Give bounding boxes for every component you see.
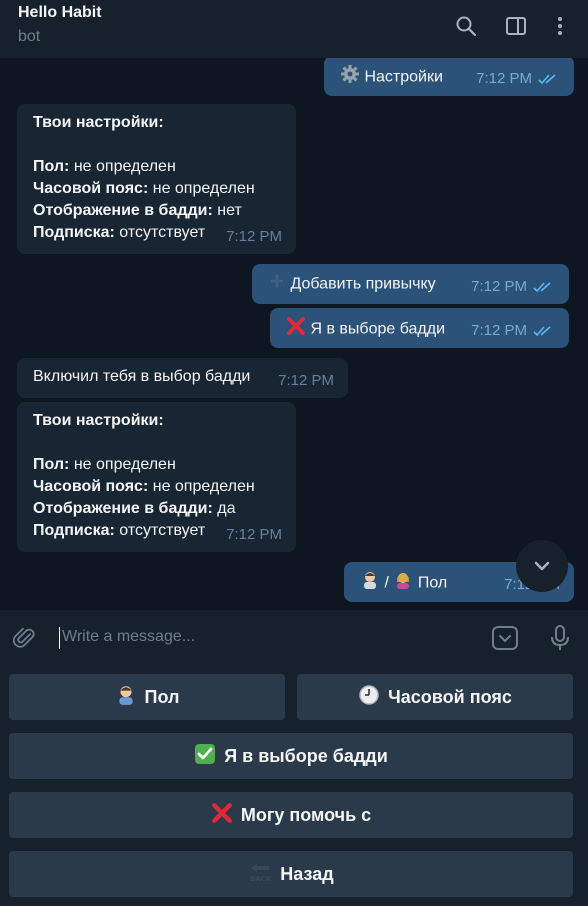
message-input[interactable]: Write a message... (62, 628, 195, 646)
bot-reply-keyboard: Пол Часовой пояс Я в выборе бадди Могу п… (0, 666, 588, 906)
buddy-selection-button[interactable]: Я в выборе бадди (9, 733, 573, 779)
message-outgoing[interactable]: Я в выборе бадди 7:12 PM (270, 308, 569, 348)
chat-subtitle: bot (18, 28, 41, 45)
read-ticks-icon (533, 282, 551, 293)
message-composer: Write a message... (0, 610, 588, 666)
microphone-icon[interactable] (546, 624, 574, 652)
setting-key: Пол: (33, 158, 70, 175)
man-raising-hand-icon (360, 570, 380, 597)
read-ticks-icon (533, 326, 551, 337)
scroll-to-bottom-button[interactable] (516, 540, 568, 592)
setting-value: нет (212, 202, 242, 219)
cross-mark-icon (211, 802, 233, 829)
can-help-button[interactable]: Могу помочь с (9, 792, 573, 838)
setting-value: не определен (69, 456, 176, 473)
setting-key: Подписка: (33, 224, 115, 241)
message-outgoing[interactable]: Добавить привычку 7:12 PM (252, 264, 569, 304)
setting-value: отсутствует (114, 522, 206, 539)
setting-value: не определен (148, 180, 255, 197)
setting-value: отсутствует (114, 224, 206, 241)
message-time: 7:12 PM (476, 70, 532, 87)
chat-header: Hello Habit bot (0, 0, 588, 58)
message-time: 7:12 PM (471, 322, 527, 339)
gender-button[interactable]: Пол (9, 674, 285, 720)
back-arrow-icon: BACK (248, 861, 272, 888)
setting-key: Часовой пояс: (33, 180, 149, 197)
message-text: Я в выборе бадди (310, 320, 446, 338)
attach-icon[interactable] (12, 624, 40, 652)
more-menu-icon[interactable] (548, 14, 572, 38)
message-incoming[interactable]: Твои настройки: Пол: не определен Часово… (17, 104, 296, 254)
setting-key: Часовой пояс: (33, 478, 149, 495)
message-incoming[interactable]: Включил тебя в выбор бадди 7:12 PM (17, 358, 348, 398)
timezone-button-label: Часовой пояс (388, 686, 512, 707)
chevron-down-icon (534, 561, 550, 571)
back-button[interactable]: BACK Назад (9, 851, 573, 897)
setting-value: не определен (148, 478, 255, 495)
gear-icon (340, 64, 360, 91)
message-text: Настройки (364, 68, 443, 86)
svg-text:BACK: BACK (250, 875, 272, 883)
woman-raising-hand-icon (393, 570, 413, 597)
message-list[interactable]: Настройки 7:12 PM Твои настройки: Пол: н… (0, 58, 588, 610)
settings-heading: Твои настройки: (33, 412, 164, 429)
message-time: 7:12 PM (226, 228, 282, 245)
message-incoming[interactable]: Твои настройки: Пол: не определен Часово… (17, 402, 296, 552)
plus-icon (268, 272, 286, 297)
gender-button-label: Пол (144, 686, 180, 707)
setting-key: Отображение в бадди: (33, 202, 213, 219)
search-icon[interactable] (454, 14, 478, 38)
back-button-label: Назад (280, 863, 334, 884)
settings-heading: Твои настройки: (33, 114, 164, 131)
bot-keyboard-icon[interactable] (491, 624, 519, 652)
message-time: 7:12 PM (278, 372, 334, 389)
read-ticks-icon (538, 74, 556, 85)
check-mark-icon (194, 743, 216, 770)
setting-key: Пол: (33, 456, 70, 473)
setting-value: да (212, 500, 236, 517)
setting-value: не определен (69, 158, 176, 175)
can-help-label: Могу помочь с (240, 804, 372, 825)
message-time: 7:12 PM (226, 526, 282, 543)
chat-title[interactable]: Hello Habit (18, 4, 102, 22)
message-text-2: Пол (417, 574, 448, 592)
message-text: / (384, 574, 389, 592)
message-text: Добавить привычку (290, 275, 436, 293)
setting-key: Отображение в бадди: (33, 500, 213, 517)
buddy-selection-label: Я в выборе бадди (224, 745, 388, 766)
text-caret (59, 627, 60, 649)
sidebar-toggle-icon[interactable] (504, 14, 528, 38)
message-time: 7:12 PM (471, 278, 527, 295)
message-outgoing[interactable]: Настройки 7:12 PM (324, 58, 574, 96)
clock-icon (358, 684, 380, 711)
man-raising-hand-icon (115, 684, 137, 711)
cross-mark-icon (286, 316, 306, 343)
timezone-button[interactable]: Часовой пояс (297, 674, 573, 720)
setting-key: Подписка: (33, 522, 115, 539)
